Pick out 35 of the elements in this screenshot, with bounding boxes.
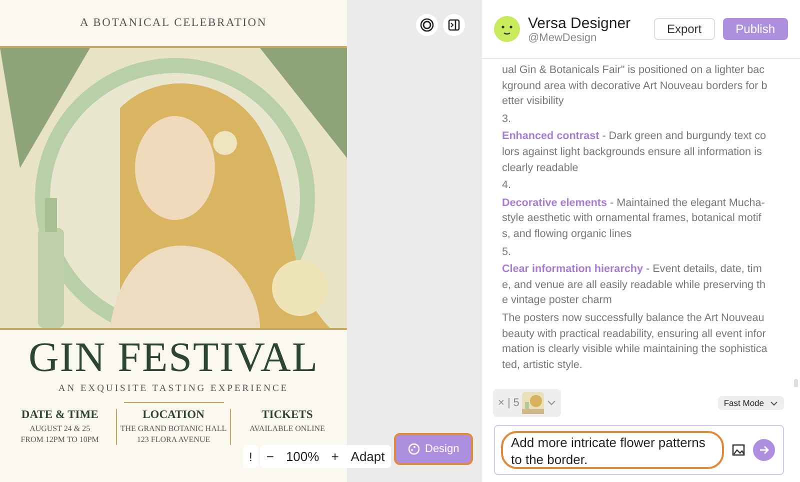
poster-tagline: A BOTANICAL CELEBRATION — [80, 17, 267, 29]
assistant-handle: @MewDesign — [528, 32, 598, 44]
caret-icon — [770, 400, 778, 406]
assistant-name: Versa Designer — [528, 14, 632, 32]
message-text: ual Gin & Botanicals Fair" is positioned on a lighter background area with decorative Art Nouveau borders for better visibility — [502, 63, 768, 110]
detail-heading: LOCATION — [142, 409, 204, 421]
avatar-icon — [494, 16, 520, 42]
target-icon[interactable] — [416, 14, 438, 36]
image-icon[interactable] — [732, 444, 745, 456]
detail-text: AUGUST 24 & 25 — [30, 423, 90, 434]
export-button[interactable]: Export — [654, 18, 715, 40]
message-text: Enhanced contrast - Dark green and burgundy text colors against light backgrounds ensure all information is clearly readable — [502, 129, 768, 176]
detail-heading: TICKETS — [262, 409, 313, 421]
panel-toggle-icon[interactable] — [443, 14, 465, 36]
detail-text: FROM 12PM TO 10PM — [20, 434, 99, 445]
poster-title: GIN FESTIVAL — [28, 336, 319, 380]
mode-dropdown[interactable]: Fast Mode — [718, 396, 784, 410]
detail-text: THE GRAND BOTANIC HALL — [120, 423, 227, 434]
attachment-count: 5 — [513, 397, 520, 409]
prompt-field[interactable]: Add more intricate flower patterns to the border. — [501, 431, 724, 469]
alert-button[interactable]: ! — [243, 445, 258, 468]
palette-icon — [408, 443, 420, 455]
separator: | — [507, 397, 510, 409]
send-button[interactable] — [753, 439, 775, 461]
message-text: Decorative elements - Maintained the elegant Mucha-style aesthetic with ornamental frames, botanical motifs, and flowing organic lines — [502, 196, 766, 242]
list-number: 3. — [502, 112, 512, 127]
detail-text: 123 FLORA AVENUE — [136, 434, 210, 445]
message-text: Clear information hierarchy - Event details, date, time, and venue are all easily readable while preserving the vintage poster charm — [502, 262, 766, 308]
message-text: The posters now successfully balance the Art Nouveau beauty with practical readability, ensuring all event information is clearly visible while maintaining the sophisticated, artistic style. — [502, 310, 768, 373]
detail-text: AVAILABLE ONLINE — [249, 423, 325, 434]
list-number: 5. — [502, 244, 512, 260]
list-number: 4. — [502, 178, 512, 194]
arrow-icon — [759, 445, 769, 455]
detail-heading: DATE & TIME — [21, 409, 98, 421]
poster-subtitle: AN EXQUISITE TASTING EXPERIENCE — [58, 384, 289, 394]
